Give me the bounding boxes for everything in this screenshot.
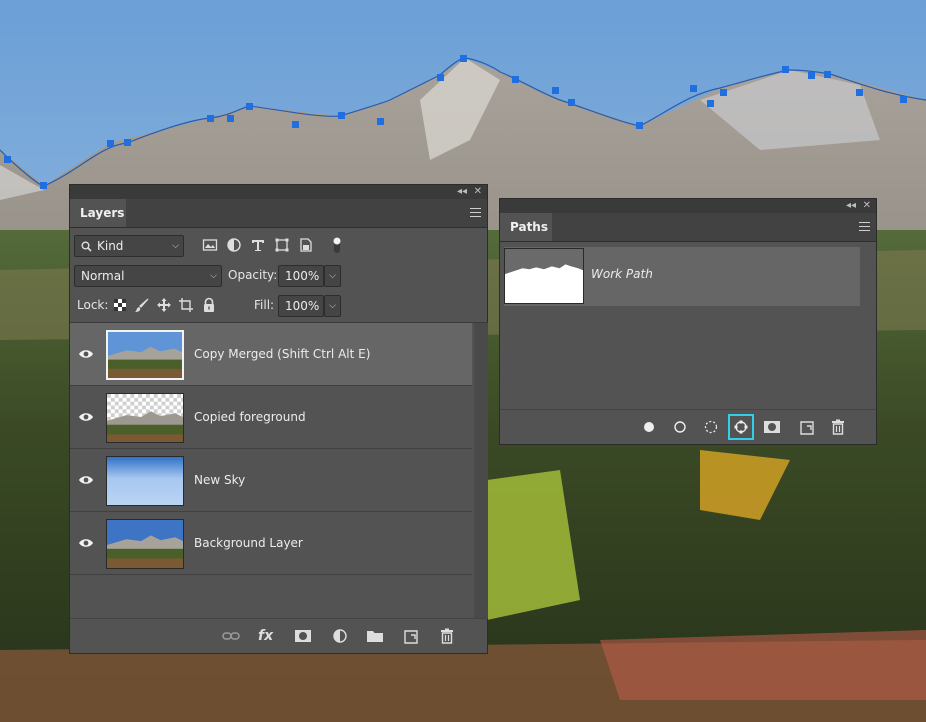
stroke-path-icon[interactable]: [671, 418, 689, 436]
panel-menu-icon[interactable]: [859, 222, 870, 231]
chevron-down-icon: ⌵: [329, 301, 336, 311]
make-work-path-button[interactable]: [728, 414, 754, 440]
layer-filter-kind-select[interactable]: Kind ⌵: [74, 235, 184, 257]
opacity-dropdown-button[interactable]: ⌵: [324, 265, 341, 287]
add-mask-icon[interactable]: [763, 418, 781, 436]
close-icon[interactable]: ✕: [474, 185, 482, 199]
type-filter-icon[interactable]: [250, 237, 266, 253]
layers-panel-titlebar[interactable]: ◂◂ ✕: [70, 185, 487, 199]
layer-thumbnail: [106, 456, 184, 506]
layer-name[interactable]: Copy Merged (Shift Ctrl Alt E): [194, 345, 370, 363]
fill-label: Fill:: [254, 298, 275, 312]
trash-icon[interactable]: [438, 627, 456, 645]
eye-icon[interactable]: [78, 474, 94, 486]
shape-filter-icon[interactable]: [274, 237, 290, 253]
fill-input[interactable]: 100%: [278, 295, 324, 317]
lock-brush-icon[interactable]: [134, 297, 150, 313]
filter-kind-value: Kind: [97, 239, 124, 253]
load-selection-icon[interactable]: [702, 418, 720, 436]
eye-icon[interactable]: [78, 411, 94, 423]
lock-move-icon[interactable]: [156, 297, 172, 313]
chevron-down-icon: ⌵: [329, 271, 336, 281]
image-filter-icon[interactable]: [202, 237, 218, 253]
paths-panel: ◂◂ ✕ Paths Work Path: [499, 198, 877, 445]
folder-icon[interactable]: [366, 627, 384, 645]
tab-layers[interactable]: Layers: [70, 199, 126, 227]
path-thumbnail: [504, 248, 584, 304]
eye-icon[interactable]: [78, 348, 94, 360]
lock-artboard-icon[interactable]: [178, 297, 194, 313]
panel-menu-icon[interactable]: [470, 208, 481, 217]
paths-footer: [500, 409, 876, 444]
lock-transparent-icon[interactable]: [112, 297, 128, 313]
tab-paths[interactable]: Paths: [500, 213, 552, 241]
layer-row-copied-foreground[interactable]: Copied foreground: [70, 386, 472, 449]
layer-thumbnail: [106, 330, 184, 380]
chevron-down-icon: ⌵: [172, 241, 179, 251]
new-layer-icon[interactable]: [402, 627, 420, 645]
path-name[interactable]: Work Path: [591, 267, 653, 281]
layer-name[interactable]: Background Layer: [194, 534, 303, 552]
search-icon: [81, 241, 92, 252]
layers-scrollbar[interactable]: [474, 323, 488, 619]
new-path-icon[interactable]: [798, 418, 816, 436]
fill-dropdown-button[interactable]: ⌵: [324, 295, 341, 317]
layer-thumbnail: [106, 393, 184, 443]
paths-panel-titlebar[interactable]: ◂◂ ✕: [500, 199, 876, 213]
layer-name[interactable]: Copied foreground: [194, 408, 306, 426]
opacity-label: Opacity:: [228, 268, 278, 282]
chevron-down-icon: ⌵: [210, 271, 217, 281]
layer-row-background[interactable]: Background Layer: [70, 512, 472, 575]
lock-all-icon[interactable]: [201, 297, 217, 313]
trash-icon[interactable]: [829, 418, 847, 436]
layers-footer: fx: [70, 618, 487, 653]
fx-icon[interactable]: fx: [258, 627, 276, 645]
smart-object-filter-icon[interactable]: [298, 237, 314, 253]
collapse-icon[interactable]: ◂◂: [457, 185, 467, 199]
layer-row-new-sky[interactable]: New Sky: [70, 449, 472, 512]
layer-name[interactable]: New Sky: [194, 471, 245, 489]
mask-icon[interactable]: [294, 627, 312, 645]
opacity-value: 100%: [285, 269, 320, 283]
filter-toggle-icon[interactable]: [330, 235, 344, 255]
adjustment-filter-icon[interactable]: [226, 237, 242, 253]
layer-row-copy-merged[interactable]: Copy Merged (Shift Ctrl Alt E): [70, 323, 472, 386]
layers-panel: ◂◂ ✕ Layers Kind ⌵ Normal ⌵ Opacity: 100…: [69, 184, 488, 654]
eye-icon[interactable]: [78, 537, 94, 549]
fill-value: 100%: [285, 299, 320, 313]
blend-mode-value: Normal: [81, 269, 125, 283]
fill-path-icon[interactable]: [640, 418, 658, 436]
close-icon[interactable]: ✕: [863, 199, 871, 213]
lock-label: Lock:: [77, 298, 109, 312]
layer-thumbnail: [106, 519, 184, 569]
blend-mode-select[interactable]: Normal ⌵: [74, 265, 222, 287]
opacity-input[interactable]: 100%: [278, 265, 324, 287]
adjustment-icon[interactable]: [331, 627, 349, 645]
link-icon[interactable]: [222, 627, 240, 645]
paths-tab-row: Paths: [500, 213, 876, 242]
layers-tab-row: Layers: [70, 199, 487, 228]
make-work-path-icon: [734, 420, 748, 434]
collapse-icon[interactable]: ◂◂: [846, 199, 856, 213]
layers-list: Copy Merged (Shift Ctrl Alt E) Copied fo…: [70, 322, 488, 619]
path-row-work-path[interactable]: Work Path: [504, 247, 860, 306]
